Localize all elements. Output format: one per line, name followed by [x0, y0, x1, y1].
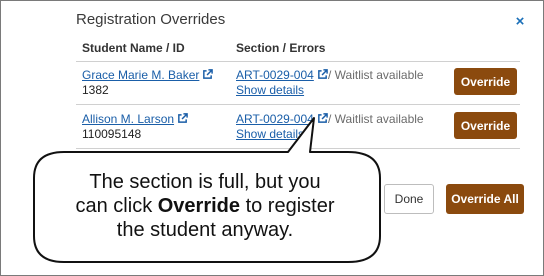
row-divider — [76, 61, 520, 62]
external-link-icon — [178, 113, 188, 123]
student-name: Grace Marie M. Baker — [82, 68, 200, 82]
done-button[interactable]: Done — [384, 184, 434, 214]
external-link-icon — [203, 69, 214, 79]
student-id: 1382 — [82, 83, 109, 97]
callout-line-2-post: to register — [240, 195, 335, 217]
callout-override-word: Override — [157, 195, 241, 217]
override-button[interactable]: Override — [454, 68, 517, 95]
callout-line-1: The section is full, but you — [89, 171, 321, 193]
close-icon[interactable]: × — [513, 14, 527, 29]
external-link-icon — [317, 69, 328, 79]
column-header-student: Student Name / ID — [82, 41, 185, 55]
student-name-link[interactable]: Grace Marie M. Baker — [82, 68, 214, 82]
callout-line-2: can click Override to register — [40, 194, 370, 218]
override-button[interactable]: Override — [454, 112, 517, 139]
section-code: ART-0029-004 — [236, 68, 314, 82]
callout-line-3: the student anyway. — [116, 219, 294, 241]
show-details-link[interactable]: Show details — [236, 127, 304, 141]
section-status: / Waitlist available — [328, 112, 424, 126]
section-code: ART-0029-004 — [236, 112, 314, 126]
external-link-icon — [317, 113, 328, 123]
student-name-link[interactable]: Allison M. Larson — [82, 112, 188, 126]
column-header-section: Section / Errors — [236, 41, 326, 55]
row-divider — [76, 148, 520, 149]
student-name: Allison M. Larson — [82, 112, 175, 126]
dialog-title: Registration Overrides — [76, 11, 226, 28]
show-details-link[interactable]: Show details — [236, 83, 304, 97]
section-status: / Waitlist available — [328, 68, 424, 82]
student-id: 110095148 — [82, 127, 142, 141]
section-link[interactable]: ART-0029-004 — [236, 112, 328, 126]
callout-line-2-pre: can click — [75, 195, 158, 217]
section-link[interactable]: ART-0029-004 — [236, 68, 328, 82]
override-all-button[interactable]: Override All — [446, 184, 524, 214]
row-divider — [76, 104, 520, 105]
callout-text: The section is full, but you can click O… — [40, 170, 370, 242]
